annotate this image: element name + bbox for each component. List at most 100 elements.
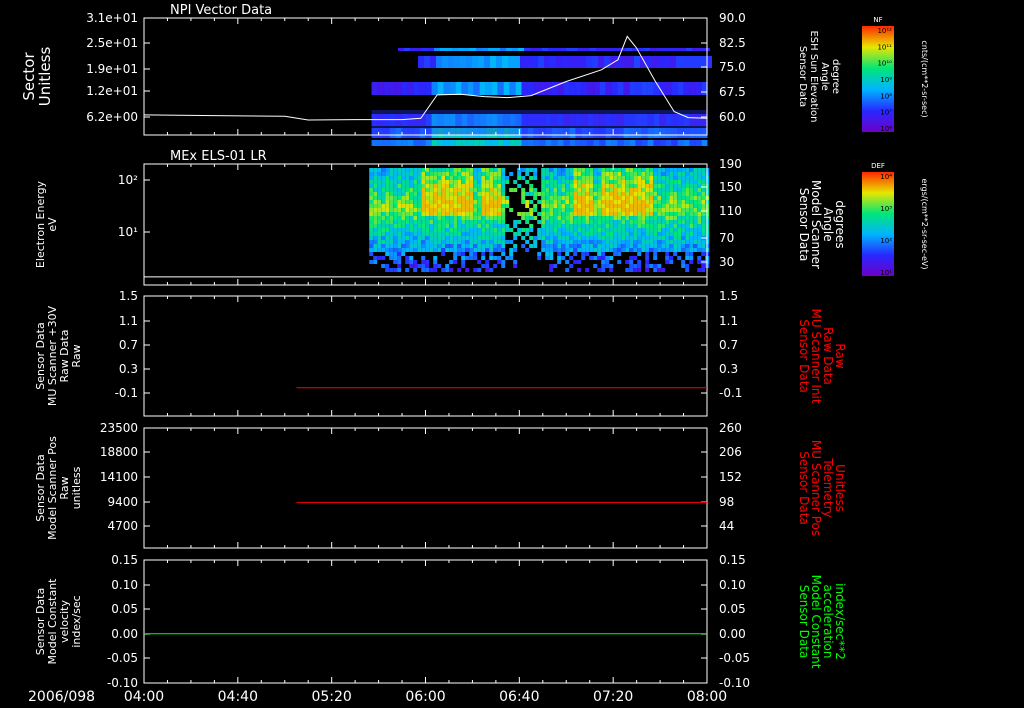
heatmap-cell [457,240,462,244]
heatmap-cell [589,192,594,196]
heatmap-p1 [371,48,712,146]
heatmap-cell [681,196,686,200]
heatmap-cell [477,192,482,196]
heatmap-cell [385,244,390,248]
heatmap-cell [657,208,662,212]
heatmap-cell [545,172,550,176]
heatmap-cell [633,204,638,208]
heatmap-cell [581,232,586,236]
heatmap-cell [561,180,566,184]
heatmap-cell [397,168,402,172]
heatmap-cell [441,212,446,216]
heatmap-cell [533,204,538,208]
y2-axis-label: Sensor Data [797,188,811,262]
heatmap-cell [441,268,446,272]
heatmap-cell [681,208,686,212]
heatmap-cell [467,140,474,146]
heatmap-cell [605,240,610,244]
heatmap-cell [549,192,554,196]
heatmap-cell [373,176,378,180]
heatmap-cell [589,224,594,228]
heatmap-cell [620,48,626,51]
heatmap-cell [621,204,626,208]
heatmap-cell [369,224,374,228]
heatmap-cell [629,224,634,228]
heatmap-cell [613,180,618,184]
heatmap-cell [453,180,458,184]
heatmap-cell [693,184,698,188]
heatmap-cell [592,56,598,68]
heatmap-cell [645,252,650,256]
heatmap-cell [669,184,674,188]
heatmap-cell [562,56,568,68]
heatmap-cell [629,200,634,204]
heatmap-cell [401,140,408,146]
heatmap-cell [677,232,682,236]
heatmap-cell [481,208,486,212]
heatmap-cell [553,168,558,172]
heatmap-cell [393,224,398,228]
heatmap-cell [497,256,502,260]
heatmap-cell [577,172,582,176]
y-tick-label: 9400 [107,495,138,509]
y2-tick-label: 152 [719,470,742,484]
heatmap-cell [493,240,498,244]
heatmap-cell [601,264,606,268]
heatmap-cell [409,256,414,260]
heatmap-cell [669,168,674,172]
heatmap-cell [417,232,422,236]
heatmap-cell [485,244,490,248]
heatmap-cell [449,200,454,204]
heatmap-cell [561,236,566,240]
heatmap-cell [585,248,590,252]
heatmap-cell [689,176,694,180]
heatmap-cell [477,184,482,188]
heatmap-cell [481,224,486,228]
heatmap-cell [621,208,626,212]
heatmap-cell [685,204,690,208]
heatmap-cell [629,168,634,172]
heatmap-cell [465,200,470,204]
heatmap-cell [557,204,562,208]
heatmap-cell [605,248,610,252]
heatmap-cell [697,248,702,252]
heatmap-cell [573,168,578,172]
heatmap-cell [685,228,690,232]
heatmap-cell [397,196,402,200]
heatmap-cell [521,176,526,180]
heatmap-cell [585,204,590,208]
panel-frame [143,427,708,549]
heatmap-cell [625,176,630,180]
heatmap-cell [665,260,670,264]
heatmap-cell [585,220,590,224]
heatmap-cell [577,240,582,244]
heatmap-cell [525,220,530,224]
heatmap-cell [441,204,446,208]
heatmap-cell [469,208,474,212]
heatmap-cell [461,260,466,264]
heatmap-cell [697,244,702,248]
heatmap-cell [649,220,654,224]
heatmap-cell [385,200,390,204]
heatmap-cell [665,184,670,188]
heatmap-cell [493,220,498,224]
heatmap-cell [473,220,478,224]
heatmap-cell [421,192,426,196]
heatmap-cell [629,232,634,236]
heatmap-cell [641,204,646,208]
heatmap-cell [585,224,590,228]
heatmap-cell [437,208,442,212]
heatmap-cell [393,200,398,204]
heatmap-cell [622,56,628,68]
colorbar-tick-label: 10² [880,237,892,245]
heatmap-cell [436,56,442,68]
heatmap-cell [453,196,458,200]
heatmap-cell [568,56,574,68]
heatmap-cell [645,244,650,248]
heatmap-cell [457,224,462,228]
heatmap-cell [433,248,438,252]
heatmap-cell [465,184,470,188]
heatmap-cell [465,192,470,196]
heatmap-cell [596,48,602,51]
heatmap-cell [693,188,698,192]
